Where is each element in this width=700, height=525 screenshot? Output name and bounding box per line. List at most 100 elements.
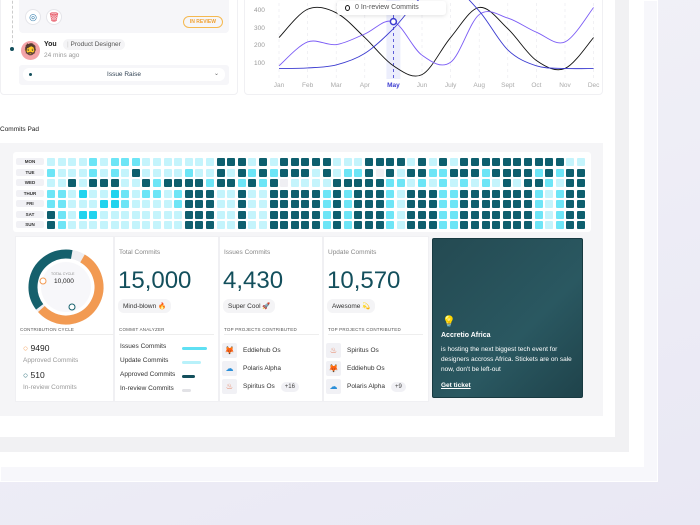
- heatmap-cell[interactable]: [312, 158, 320, 166]
- heatmap-cell[interactable]: [333, 210, 342, 219]
- heatmap-cell[interactable]: [407, 221, 416, 229]
- heatmap-cell[interactable]: [174, 189, 183, 198]
- heatmap-cell[interactable]: [184, 158, 193, 166]
- heatmap-cell[interactable]: [47, 189, 55, 198]
- active-point[interactable]: [389, 17, 398, 26]
- heatmap-cell[interactable]: [153, 158, 161, 166]
- heatmap-cell[interactable]: [577, 200, 585, 208]
- heatmap-cell[interactable]: [365, 158, 373, 166]
- heatmap-cell[interactable]: [375, 200, 384, 208]
- heatmap-cell[interactable]: [322, 179, 331, 187]
- heatmap-cell[interactable]: [110, 189, 119, 198]
- heatmap-cell[interactable]: [131, 189, 140, 198]
- heatmap-cell[interactable]: [534, 189, 543, 198]
- heatmap-cell[interactable]: [577, 189, 585, 198]
- heatmap-cell[interactable]: [354, 221, 363, 229]
- heatmap-cell[interactable]: [100, 221, 108, 229]
- heatmap-cell[interactable]: [78, 200, 87, 208]
- heatmap-cell[interactable]: [301, 210, 310, 219]
- heatmap-cell[interactable]: [237, 158, 246, 166]
- heatmap-cell[interactable]: [248, 210, 257, 219]
- heatmap-cell[interactable]: [227, 200, 236, 208]
- heatmap-cell[interactable]: [131, 210, 140, 219]
- heatmap-cell[interactable]: [174, 158, 183, 166]
- heatmap-cell[interactable]: [492, 210, 501, 219]
- heatmap-cell[interactable]: [184, 200, 193, 208]
- heatmap-cell[interactable]: [534, 221, 543, 229]
- heatmap-cell[interactable]: [449, 158, 458, 166]
- heatmap-cell[interactable]: [481, 168, 490, 177]
- heatmap-cell[interactable]: [566, 189, 575, 198]
- heatmap-cell[interactable]: [237, 189, 246, 198]
- heatmap-cell[interactable]: [237, 200, 246, 208]
- heatmap-cell[interactable]: [110, 168, 119, 177]
- heatmap-cell[interactable]: [492, 179, 501, 187]
- heatmap-cell[interactable]: [248, 189, 257, 198]
- heatmap-cell[interactable]: [195, 221, 204, 229]
- heatmap-cell[interactable]: [184, 221, 193, 229]
- heatmap-cell[interactable]: [280, 179, 289, 187]
- heatmap-cell[interactable]: [566, 179, 575, 187]
- heatmap-cell[interactable]: [237, 210, 246, 219]
- heatmap-cell[interactable]: [513, 158, 522, 166]
- project-item[interactable]: 🦊 Eddiehub Os: [222, 343, 281, 358]
- heatmap-cell[interactable]: [248, 168, 257, 177]
- project-item[interactable]: ☁ Polaris Alpha: [222, 361, 281, 376]
- heatmap-cell[interactable]: [47, 179, 55, 187]
- heatmap-cell[interactable]: [524, 158, 532, 166]
- heatmap-cell[interactable]: [322, 221, 331, 229]
- heatmap-cell[interactable]: [280, 221, 289, 229]
- heatmap-cell[interactable]: [375, 168, 384, 177]
- heatmap-cell[interactable]: [100, 189, 108, 198]
- heatmap-cell[interactable]: [174, 179, 183, 187]
- heatmap-cell[interactable]: [280, 189, 289, 198]
- heatmap-cell[interactable]: [460, 179, 469, 187]
- heatmap-cell[interactable]: [439, 179, 448, 187]
- heatmap-cell[interactable]: [365, 179, 373, 187]
- heatmap-cell[interactable]: [163, 168, 172, 177]
- heatmap-cell[interactable]: [449, 210, 458, 219]
- heatmap-cell[interactable]: [68, 168, 77, 177]
- heatmap-cell[interactable]: [301, 189, 310, 198]
- heatmap-cell[interactable]: [534, 210, 543, 219]
- heatmap-cell[interactable]: [110, 179, 119, 187]
- heatmap-cell[interactable]: [343, 189, 352, 198]
- heatmap-cell[interactable]: [343, 158, 352, 166]
- heatmap-cell[interactable]: [163, 210, 172, 219]
- heatmap-cell[interactable]: [481, 221, 490, 229]
- heatmap-cell[interactable]: [142, 210, 151, 219]
- heatmap-cell[interactable]: [290, 158, 299, 166]
- heatmap-cell[interactable]: [290, 210, 299, 219]
- heatmap-cell[interactable]: [163, 179, 172, 187]
- heatmap-cell[interactable]: [89, 189, 98, 198]
- heatmap-cell[interactable]: [471, 200, 479, 208]
- heatmap-cell[interactable]: [89, 158, 98, 166]
- heatmap-cell[interactable]: [195, 210, 204, 219]
- heatmap-cell[interactable]: [407, 168, 416, 177]
- heatmap-cell[interactable]: [534, 158, 543, 166]
- heatmap-cell[interactable]: [301, 221, 310, 229]
- heatmap-cell[interactable]: [142, 179, 151, 187]
- heatmap-cell[interactable]: [78, 179, 87, 187]
- heatmap-cell[interactable]: [131, 168, 140, 177]
- heatmap-cell[interactable]: [471, 179, 479, 187]
- heatmap-cell[interactable]: [301, 179, 310, 187]
- heatmap-cell[interactable]: [68, 200, 77, 208]
- heatmap-cell[interactable]: [184, 168, 193, 177]
- heatmap-cell[interactable]: [354, 179, 363, 187]
- heatmap-cell[interactable]: [545, 189, 554, 198]
- heatmap-cell[interactable]: [418, 200, 426, 208]
- heatmap-cell[interactable]: [333, 221, 342, 229]
- heatmap-cell[interactable]: [460, 158, 469, 166]
- heatmap-cell[interactable]: [174, 210, 183, 219]
- heatmap-cell[interactable]: [89, 221, 98, 229]
- heatmap-cell[interactable]: [545, 210, 554, 219]
- heatmap-cell[interactable]: [100, 158, 108, 166]
- heatmap-cell[interactable]: [481, 189, 490, 198]
- heatmap-cell[interactable]: [396, 200, 405, 208]
- heatmap-cell[interactable]: [386, 221, 395, 229]
- heatmap-cell[interactable]: [333, 179, 342, 187]
- heatmap-cell[interactable]: [439, 189, 448, 198]
- heatmap-cell[interactable]: [449, 189, 458, 198]
- heatmap-cell[interactable]: [471, 168, 479, 177]
